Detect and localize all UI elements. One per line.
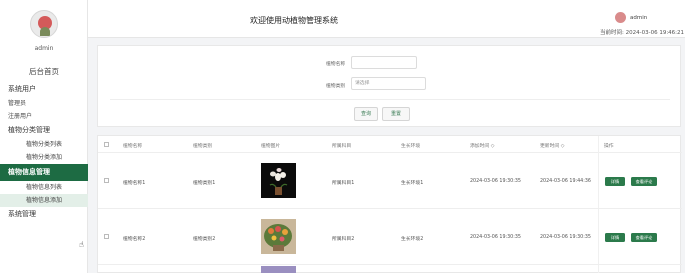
select-all-checkbox[interactable] [104,142,109,147]
sidebar-item-plant-add[interactable]: 植物信息添加 [0,194,88,207]
col-created[interactable]: 添加时间 ◇ [470,142,494,149]
plant-image [261,163,296,198]
sidebar-item-category-list[interactable]: 植物分类列表 [0,138,88,151]
sidebar-username: admin [34,45,54,52]
view-comments-button[interactable]: 查看评论 [631,177,657,186]
app-window: admin 后台首页 系统用户 管理员 注册用户 植物分类管理 植物分类列表 植… [0,0,685,273]
col-env: 生长环境 [401,144,421,149]
sidebar-item-category-add[interactable]: 植物分类添加 [0,151,88,164]
col-name: 植物名称 [123,144,143,149]
col-family: 所属科目 [332,144,352,149]
table-row: 植物名称1 植物类别1 所属科目1 生长环境1 2024-03-06 19:30… [98,153,682,209]
current-time: 当前时间: 2024-03-06 19:46:21 [600,30,685,36]
col-image: 植物图片 [261,144,281,149]
sidebar-nav: 后台首页 系统用户 管理员 注册用户 植物分类管理 植物分类列表 植物分类添加 … [0,62,88,222]
table-row: 植物名称2 植物类别2 所属科目2 生长环境2 2024-03-06 19:30… [98,209,682,265]
sidebar: admin 后台首页 系统用户 管理员 注册用户 植物分类管理 植物分类列表 植… [0,0,88,273]
reset-button[interactable]: 重置 [382,107,410,121]
plant-name-input[interactable] [351,56,417,69]
detail-button[interactable]: 详情 [605,233,625,242]
cell-env: 生长环境2 [401,237,424,242]
cell-updated: 2024-03-06 19:30:35 [540,235,591,240]
query-button[interactable]: 查询 [354,107,378,121]
plant-image [261,266,296,273]
header-username[interactable]: admin [630,15,647,21]
header-avatar[interactable] [615,12,626,23]
row-checkbox[interactable] [104,178,109,183]
detail-button[interactable]: 详情 [605,177,625,186]
sidebar-section-plant-info[interactable]: 植物信息管理 [0,164,88,181]
row-checkbox[interactable] [104,234,109,239]
cell-type: 植物类别2 [193,237,216,242]
cell-family: 所属科目2 [332,237,355,242]
cell-created: 2024-03-06 19:30:35 [470,235,521,240]
header: 欢迎使用动植物管理系统 admin 当前时间: 2024-03-06 19:46… [88,0,685,38]
sidebar-item-registered-users[interactable]: 注册用户 [0,110,88,123]
cell-type: 植物类别1 [193,181,216,186]
plant-image [261,219,296,254]
col-actions: 操作 [604,144,614,149]
col-updated[interactable]: 更新时间 ◇ [540,142,564,149]
table-header: 植物名称 植物类别 植物图片 所属科目 生长环境 添加时间 ◇ 更新时间 ◇ 操… [98,136,682,153]
divider [110,99,670,100]
plant-type-select[interactable]: 请选择 [351,77,426,90]
cell-family: 所属科目1 [332,181,355,186]
sidebar-section-category[interactable]: 植物分类管理 [0,123,88,138]
hand-cursor-icon: ☝ [79,240,84,249]
plant-type-label: 植物类别 [326,84,346,89]
cell-created: 2024-03-06 19:30:35 [470,179,521,184]
plant-name-label: 植物名称 [326,62,346,67]
cell-updated: 2024-03-06 19:44:36 [540,179,591,184]
sidebar-section-system[interactable]: 系统管理 [0,207,88,222]
sidebar-section-users[interactable]: 系统用户 [0,82,88,97]
col-type: 植物类别 [193,144,213,149]
cell-env: 生长环境1 [401,181,424,186]
sidebar-item-home[interactable]: 后台首页 [0,62,88,82]
plant-table: 植物名称 植物类别 植物图片 所属科目 生长环境 添加时间 ◇ 更新时间 ◇ 操… [97,135,682,273]
main-content: 植物名称 植物类别 请选择 查询 重置 植物名称 植物类别 植物图片 所属科目 … [97,45,682,273]
view-comments-button[interactable]: 查看评论 [631,233,657,242]
sidebar-item-plant-list[interactable]: 植物信息列表 [0,181,88,194]
search-panel: 植物名称 植物类别 请选择 查询 重置 [97,45,681,127]
user-avatar [30,10,58,38]
page-title: 欢迎使用动植物管理系统 [250,16,338,25]
cell-name: 植物名称1 [123,181,146,186]
sidebar-item-admin[interactable]: 管理员 [0,97,88,110]
cell-name: 植物名称2 [123,237,146,242]
